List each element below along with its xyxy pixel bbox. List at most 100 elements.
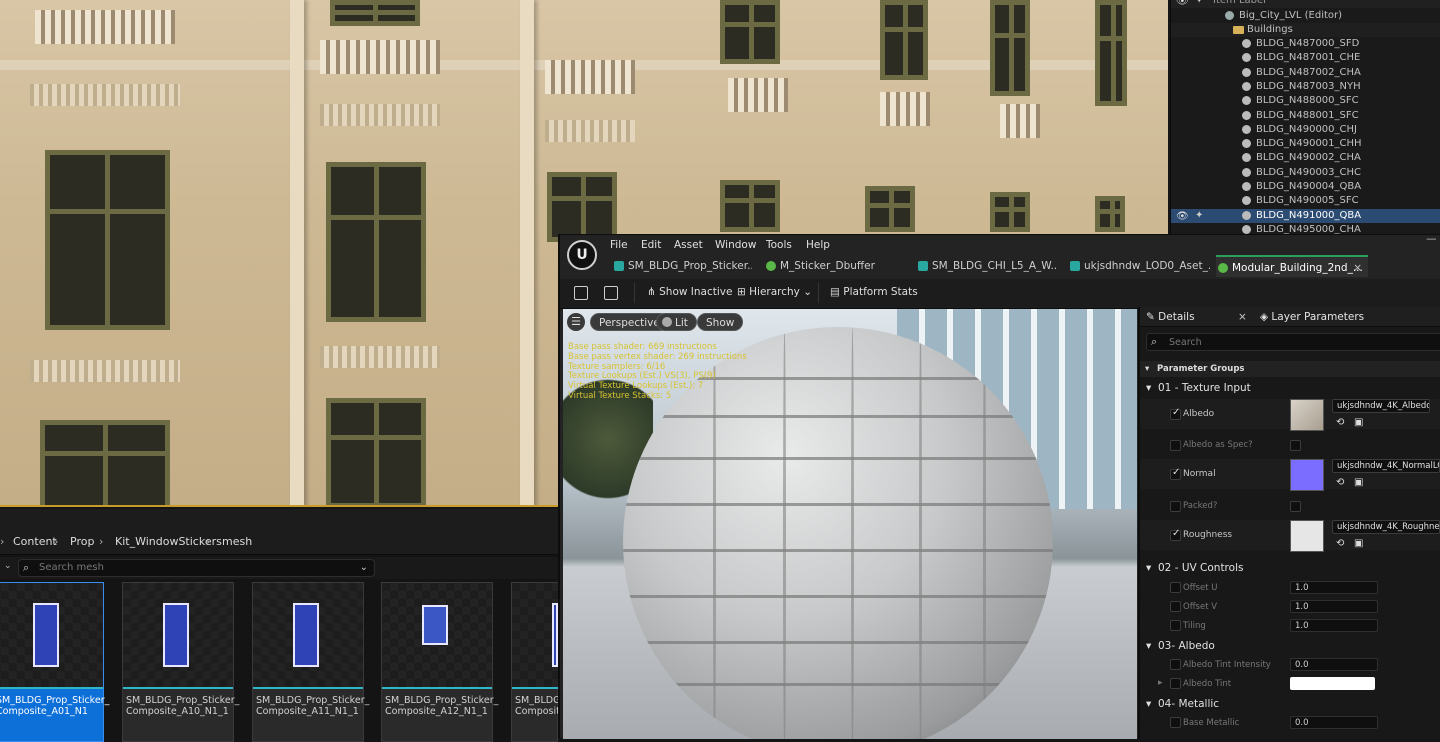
actor-icon xyxy=(1242,210,1251,220)
albedo-tint-intensity-checkbox[interactable] xyxy=(1170,659,1181,670)
search-input[interactable]: ⌕ Search mesh ⌄ xyxy=(18,559,375,577)
normal-texture-dropdown[interactable]: ukjsdhndw_4K_NormalLOD0 xyxy=(1332,459,1440,473)
tab-details[interactable]: ✎ Details xyxy=(1146,307,1195,327)
tab-sm-bldg-prop-sticker[interactable]: SM_BLDG_Prop_Sticker... xyxy=(612,255,752,277)
pilaster xyxy=(290,0,304,505)
offset-u-checkbox[interactable] xyxy=(1170,582,1181,593)
balustrade xyxy=(35,10,175,44)
chevron-right-icon: › xyxy=(99,535,104,548)
albedo-tint-color-swatch[interactable] xyxy=(1290,677,1375,690)
browse-icon[interactable] xyxy=(604,286,618,300)
asset-tile[interactable]: SM_BLDG_Prop_Sticker_ Composite_A11_N1_1 xyxy=(252,582,369,742)
lit-button[interactable]: Lit xyxy=(656,313,697,331)
outliner-item[interactable]: BLDG_N488001_SFC xyxy=(1171,109,1440,123)
packed-value-checkbox[interactable] xyxy=(1290,501,1301,512)
asset-tile[interactable]: SM_BLDG_Prop_Sticker_ Composite_A01_N1 xyxy=(0,582,109,742)
outliner-item-label: BLDG_N487002_CHA xyxy=(1256,66,1361,78)
browse-folder-icon[interactable]: ▣ xyxy=(1354,417,1363,428)
outliner-folder-row[interactable]: Buildings xyxy=(1171,23,1440,37)
menu-tools[interactable]: Tools xyxy=(766,239,792,251)
pin-icon[interactable]: ✦ xyxy=(1195,209,1203,223)
parameter-groups-header[interactable]: ▾ Parameter Groups xyxy=(1140,361,1440,377)
normal-checkbox[interactable] xyxy=(1170,467,1181,480)
browse-folder-icon[interactable]: ▣ xyxy=(1354,538,1363,549)
close-icon[interactable]: × xyxy=(1238,307,1247,327)
texture-input-section[interactable]: ▾ 01 - Texture Input xyxy=(1140,379,1440,397)
menu-help[interactable]: Help xyxy=(806,239,830,251)
outliner-item[interactable]: BLDG_N490005_SFC xyxy=(1171,194,1440,208)
albedo-texture-dropdown[interactable]: ukjsdhndw_4K_Albedo ⌄ xyxy=(1332,399,1430,413)
outliner-item[interactable]: 👁 ✦ BLDG_N491000_QBA xyxy=(1171,208,1440,224)
tab-sm-bldg-chi[interactable]: SM_BLDG_CHI_L5_A_W... xyxy=(916,255,1056,277)
menu-edit[interactable]: Edit xyxy=(641,239,661,251)
tab-ukjsdhndw-lod0[interactable]: ukjsdhndw_LOD0_Aset_... xyxy=(1068,255,1210,277)
offset-v-input[interactable]: 1.0 xyxy=(1290,600,1378,613)
outliner-item[interactable]: BLDG_N490003_CHC xyxy=(1171,166,1440,180)
albedo-tint-intensity-input[interactable]: 0.0 xyxy=(1290,658,1378,671)
packed-checkbox[interactable] xyxy=(1170,501,1181,512)
platform-stats-button[interactable]: ▤ Platform Stats xyxy=(830,286,918,298)
albedo-spec-value-checkbox[interactable] xyxy=(1290,440,1301,451)
details-search-input[interactable]: ⌕ Search xyxy=(1146,333,1440,351)
outliner-item[interactable]: BLDG_N490002_CHA xyxy=(1171,151,1440,165)
asset-tile[interactable]: SM_BLDG_Prop_Sticker_ Composite_A10_N1_1 xyxy=(122,582,239,742)
minimize-icon[interactable]: — xyxy=(1426,233,1437,245)
outliner-item[interactable]: BLDG_N490004_QBA xyxy=(1171,180,1440,194)
asset-thumbnail xyxy=(512,583,558,689)
breadcrumb: › Content › Prop › Kit_WindowStickers › … xyxy=(0,509,558,555)
roughness-texture-dropdown[interactable]: ukjsdhndw_4K_Roughness ⌄ xyxy=(1332,520,1440,534)
eye-icon[interactable]: 👁 xyxy=(1176,210,1189,224)
albedo-checkbox[interactable] xyxy=(1170,407,1181,420)
outliner-item[interactable]: BLDG_N487000_SFD xyxy=(1171,37,1440,51)
roughness-texture-thumbnail[interactable] xyxy=(1290,520,1324,552)
base-metallic-input[interactable]: 0.0 xyxy=(1290,716,1378,729)
offset-u-input[interactable]: 1.0 xyxy=(1290,581,1378,594)
albedo-tint-checkbox[interactable] xyxy=(1170,678,1181,689)
uv-controls-section[interactable]: ▾ 02 - UV Controls xyxy=(1140,559,1440,577)
outliner-level-row[interactable]: Big_City_LVL (Editor) xyxy=(1171,9,1440,23)
outliner-item[interactable]: BLDG_N487002_CHA xyxy=(1171,66,1440,80)
chevron-right-icon: › xyxy=(0,535,5,548)
tab-modular-building[interactable]: Modular_Building_2nd_... × xyxy=(1216,255,1368,277)
breadcrumb-mesh[interactable]: mesh xyxy=(222,535,252,548)
asset-tile[interactable]: SM_BLDG_IComposite_ xyxy=(511,582,559,742)
albedo-texture-thumbnail[interactable] xyxy=(1290,399,1324,431)
metallic-section[interactable]: ▾ 04- Metallic xyxy=(1140,695,1440,713)
menu-window[interactable]: Window xyxy=(715,239,756,251)
outliner-item[interactable]: BLDG_N490001_CHH xyxy=(1171,137,1440,151)
reset-arrow-icon[interactable]: ⟲ xyxy=(1336,538,1344,549)
material-preview-viewport[interactable]: ☰ Perspective Lit Show Base pass shader:… xyxy=(563,309,1137,739)
menu-file[interactable]: File xyxy=(610,239,628,251)
show-button[interactable]: Show xyxy=(697,313,744,331)
chevron-down-icon[interactable]: ⌄ xyxy=(4,561,12,571)
save-icon[interactable] xyxy=(574,286,588,300)
albedo-section[interactable]: ▾ 03- Albedo xyxy=(1140,637,1440,655)
outliner-item[interactable]: BLDG_N487001_CHE xyxy=(1171,51,1440,65)
roughness-checkbox[interactable] xyxy=(1170,528,1181,541)
chevron-right-icon[interactable]: ▸ xyxy=(1158,678,1163,688)
base-metallic-checkbox[interactable] xyxy=(1170,717,1181,728)
outliner-item[interactable]: BLDG_N488000_SFC xyxy=(1171,94,1440,108)
tiling-input[interactable]: 1.0 xyxy=(1290,619,1378,632)
outliner-item[interactable]: BLDG_N487003_NYH xyxy=(1171,80,1440,94)
tiling-checkbox[interactable] xyxy=(1170,620,1181,631)
tab-layer-parameters[interactable]: ◈ Layer Parameters xyxy=(1260,307,1364,327)
offset-v-checkbox[interactable] xyxy=(1170,601,1181,612)
outliner-header[interactable]: 👁 ✦ Item Label xyxy=(1171,0,1440,8)
hamburger-menu-icon[interactable]: ☰ xyxy=(567,313,585,331)
breadcrumb-content[interactable]: Content xyxy=(13,535,57,548)
reset-arrow-icon[interactable]: ⟲ xyxy=(1336,477,1344,488)
breadcrumb-prop[interactable]: Prop xyxy=(70,535,94,548)
normal-texture-thumbnail[interactable] xyxy=(1290,459,1324,491)
show-inactive-button[interactable]: ⋔ Show Inactive xyxy=(647,286,732,298)
close-tab-icon[interactable]: × xyxy=(1353,257,1362,277)
chevron-down-icon[interactable]: ⌄ xyxy=(360,560,368,576)
browse-folder-icon[interactable]: ▣ xyxy=(1354,477,1363,488)
hierarchy-button[interactable]: ⊞ Hierarchy ⌄ xyxy=(737,286,812,298)
albedo-spec-checkbox[interactable] xyxy=(1170,440,1181,451)
menu-asset[interactable]: Asset xyxy=(674,239,703,251)
asset-tile[interactable]: SM_BLDG_Prop_Sticker_ Composite_A12_N1_1 xyxy=(381,582,498,742)
tab-m-sticker-dbuffer[interactable]: M_Sticker_Dbuffer xyxy=(764,255,904,277)
reset-arrow-icon[interactable]: ⟲ xyxy=(1336,417,1344,428)
outliner-item[interactable]: BLDG_N490000_CHJ xyxy=(1171,123,1440,137)
